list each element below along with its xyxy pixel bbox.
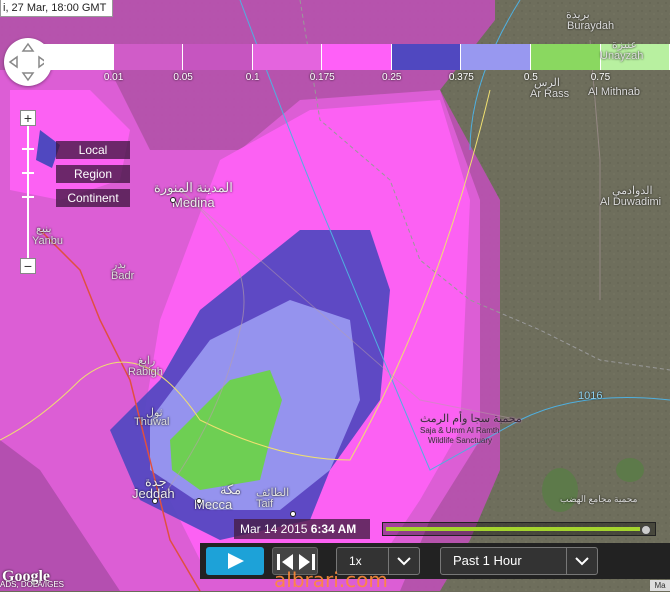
place-label: Badr <box>111 270 134 282</box>
playback-time: Mar 14 2015 6:34 AM <box>234 519 370 539</box>
zoom-slider-handle[interactable] <box>22 196 34 198</box>
scale-button-continent[interactable]: Continent <box>56 189 130 207</box>
timeline-handle[interactable] <box>641 525 651 535</box>
map-attribution: ADS, DOLA/IGES <box>0 580 64 589</box>
speed-value: 1x <box>349 554 362 568</box>
watermark: albrari.com <box>274 568 388 592</box>
place-label: Medina <box>172 195 215 210</box>
city-marker <box>196 498 202 504</box>
place-label: Unayzah <box>600 50 643 62</box>
place-label: Rabigh <box>128 366 163 378</box>
place-label: مكة <box>220 482 241 498</box>
place-label: Buraydah <box>567 20 614 32</box>
legend-swatch <box>461 44 531 70</box>
time-range-value: Past 1 Hour <box>453 553 522 568</box>
timeline-progress <box>386 527 640 531</box>
zoom-out-button[interactable]: − <box>20 258 36 274</box>
place-label: Ar Rass <box>530 88 569 100</box>
legend-swatch <box>531 44 601 70</box>
time-range-select[interactable]: Past 1 Hour <box>440 547 598 575</box>
playback-controls: 1x Past 1 Hour <box>200 543 670 579</box>
zoom-track <box>27 124 29 264</box>
vegetation-patch <box>542 468 578 512</box>
zoom-tick[interactable] <box>22 172 34 174</box>
scale-button-local[interactable]: Local <box>56 141 130 159</box>
legend-swatch <box>114 44 184 70</box>
vegetation-patch <box>616 458 644 482</box>
play-button[interactable] <box>206 547 264 575</box>
place-label: ينبع <box>36 222 52 235</box>
precip-legend-labels: 0.010.050.10.1750.250.3750.50.75 <box>44 72 670 86</box>
place-label: محمية سجا وأم الرمث <box>420 412 522 425</box>
legend-swatch <box>183 44 253 70</box>
place-label: Al Mithnab <box>588 86 640 98</box>
place-label: محمية مجامع الهضب <box>560 494 637 505</box>
isobar-label: 1016 <box>578 390 602 402</box>
chevron-down-icon <box>566 548 597 574</box>
playback-date: Mar 14 2015 <box>240 522 307 536</box>
chevron-down-icon <box>388 548 419 574</box>
legend-swatch <box>44 44 114 70</box>
legend-label: 0.1 <box>246 72 260 83</box>
place-label: Taif <box>256 498 273 510</box>
zoom-control: + − <box>20 110 36 276</box>
map-attribution-right[interactable]: Ma <box>650 580 670 591</box>
zoom-tick[interactable] <box>22 148 34 150</box>
timeline-slider[interactable] <box>382 522 656 536</box>
legend-swatch <box>322 44 392 70</box>
city-marker <box>170 197 176 203</box>
legend-swatch <box>253 44 323 70</box>
place-label: Al Duwadimi <box>600 196 661 208</box>
place-label: Wildlife Sanctuary <box>428 436 492 445</box>
precip-legend <box>44 44 670 70</box>
scale-button-region[interactable]: Region <box>56 165 130 183</box>
legend-label: 0.05 <box>173 72 192 83</box>
place-label: المدينة المنورة <box>154 180 233 196</box>
legend-label: 0.01 <box>104 72 123 83</box>
legend-label: 0.25 <box>382 72 401 83</box>
legend-label: 0.375 <box>449 72 474 83</box>
zoom-in-button[interactable]: + <box>20 110 36 126</box>
place-label: Saja & Umm Al Ramth <box>420 426 500 435</box>
legend-label: 0.75 <box>591 72 610 83</box>
city-marker <box>152 498 158 504</box>
city-marker <box>290 511 296 517</box>
place-label: Thuwal <box>134 416 169 428</box>
forecast-time-stamp: i, 27 Mar, 18:00 GMT <box>0 0 113 17</box>
legend-label: 0.175 <box>310 72 335 83</box>
legend-swatch <box>392 44 462 70</box>
play-icon <box>206 547 264 575</box>
playback-clock: 6:34 AM <box>311 522 357 536</box>
place-label: Yanbu <box>32 235 63 247</box>
